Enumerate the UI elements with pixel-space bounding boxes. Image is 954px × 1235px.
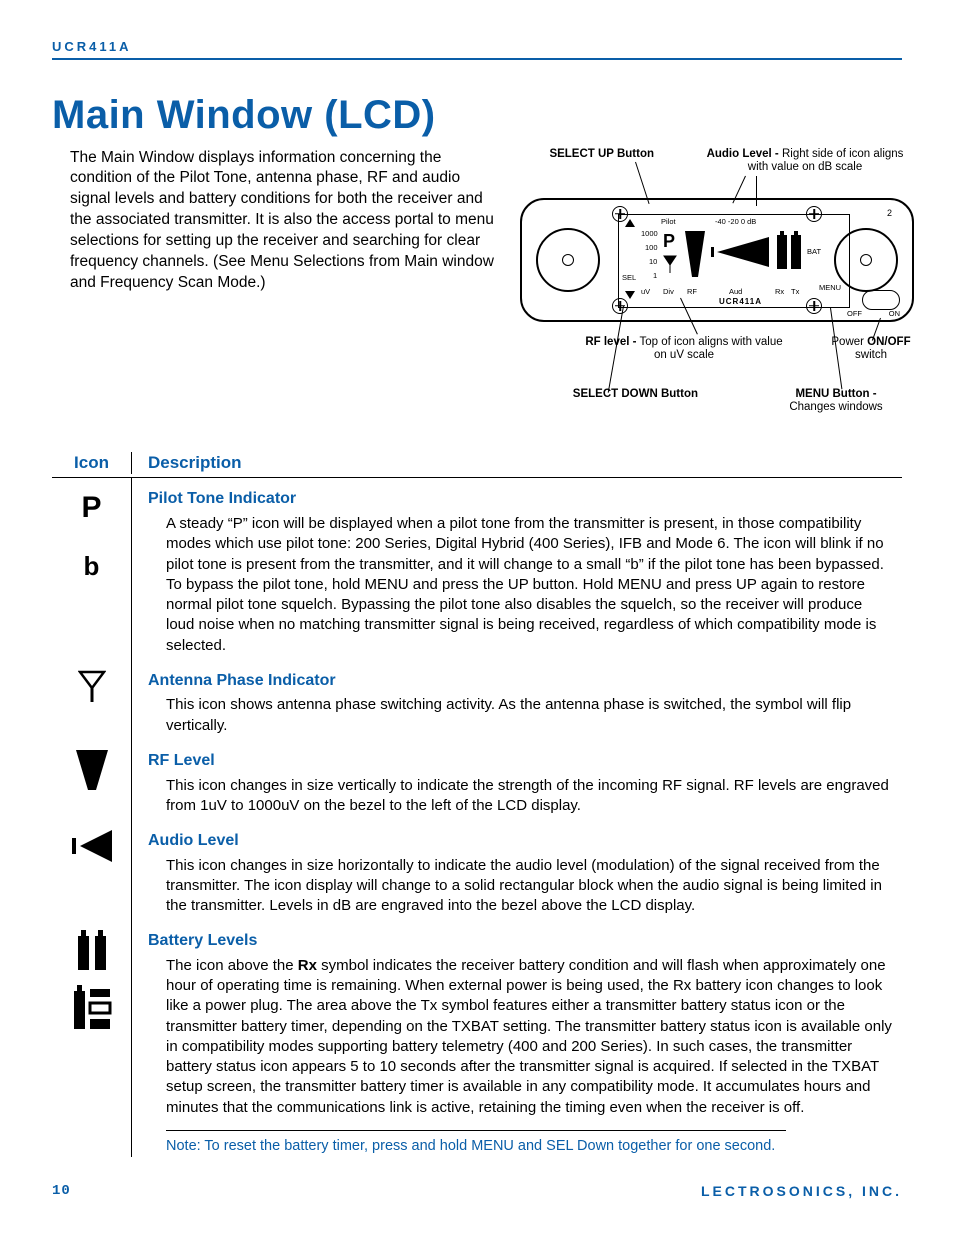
rf-body: This icon changes in size vertically to … xyxy=(148,776,902,821)
audio-body: This icon changes in size horizontally t… xyxy=(148,856,902,921)
sel-up-icon xyxy=(625,219,635,227)
lcd-rf-icon xyxy=(685,231,705,277)
lcd-rf: RF xyxy=(687,287,697,296)
audio-heading: Audio Level xyxy=(148,830,902,852)
icon-cell-pilot: P b xyxy=(52,478,132,659)
icon-description-table: Icon Description P b Pilot Tone Indicato… xyxy=(52,452,902,1157)
pilot-body: A steady “P” icon will be displayed when… xyxy=(148,514,902,660)
lcd-battery-icon xyxy=(777,231,803,269)
lcd-db-scale: -40 -20 0 dB xyxy=(715,217,756,226)
page-number: 10 xyxy=(52,1182,71,1201)
icon-cell-antenna xyxy=(52,660,132,740)
device-figure: SELECT UP Button Audio Level - Right sid… xyxy=(520,148,902,428)
sel-down-icon xyxy=(625,291,635,299)
knob-mark-2: 2 xyxy=(887,208,892,219)
power-label: Power xyxy=(831,336,867,348)
lcd-on: ON xyxy=(889,309,900,318)
select-down-label: SELECT DOWN Button xyxy=(573,388,698,400)
lcd-uv: uV xyxy=(641,287,650,296)
brand-footer: LECTROSONICS, INC. xyxy=(701,1182,902,1201)
battery-timer-icon xyxy=(72,985,112,1029)
lcd-div: Div xyxy=(663,287,674,296)
lcd-uv100: 100 xyxy=(645,243,658,252)
device-outline: 2 Pilot -40 -20 0 dB SEL 1000 100 10 1 u… xyxy=(520,198,914,322)
col-head-desc: Description xyxy=(148,453,242,472)
lcd-uv10: 10 xyxy=(649,257,657,266)
antenna-phase-icon xyxy=(78,670,106,702)
rf-heading: RF Level xyxy=(148,750,902,772)
page-title: Main Window (LCD) xyxy=(52,88,902,142)
intro-paragraph: The Main Window displays information con… xyxy=(52,148,500,294)
menu-button-label: MENU Button - xyxy=(795,388,876,400)
lcd-screen: Pilot -40 -20 0 dB SEL 1000 100 10 1 uV … xyxy=(618,214,850,308)
lcd-off: OFF xyxy=(847,309,862,318)
audio-level-icon xyxy=(72,830,112,862)
icon-cell-audio xyxy=(52,820,132,920)
lcd-uv1000: 1000 xyxy=(641,229,658,238)
lcd-menu: MENU xyxy=(819,283,841,292)
lcd-pilot: Pilot xyxy=(661,217,676,226)
lcd-uv1: 1 xyxy=(653,271,657,280)
lcd-model: UCR411A xyxy=(719,297,762,307)
select-up-label: SELECT UP Button xyxy=(549,148,654,160)
rf-level-text: Top of icon aligns with value on uV scal… xyxy=(636,336,782,362)
icon-cell-rf xyxy=(52,740,132,820)
audio-level-label: Audio Level - xyxy=(707,148,779,160)
model-header: UCR411A xyxy=(52,38,902,60)
rf-level-label: RF level - xyxy=(585,336,636,348)
battery-body: The icon above the Rx symbol indicates t… xyxy=(148,956,902,1122)
lcd-bat: BAT xyxy=(807,247,821,256)
antenna-body: This icon shows antenna phase switching … xyxy=(148,695,902,740)
lcd-tx: Tx xyxy=(791,287,799,296)
power-switch-text: switch xyxy=(855,349,887,361)
antenna-heading: Antenna Phase Indicator xyxy=(148,670,902,692)
power-switch xyxy=(862,290,900,310)
battery-bars-icon xyxy=(76,930,108,970)
battery-note: Note: To reset the battery timer, press … xyxy=(148,1137,902,1157)
lcd-rx: Rx xyxy=(775,287,784,296)
icon-cell-battery xyxy=(52,920,132,1156)
b-icon: b xyxy=(84,549,100,584)
col-head-icon: Icon xyxy=(74,453,109,472)
lcd-sel: SEL xyxy=(622,273,636,282)
lcd-aud: Aud xyxy=(729,287,742,296)
p-icon: P xyxy=(81,488,101,529)
knob-left xyxy=(536,228,600,292)
rf-level-icon xyxy=(76,750,108,790)
lcd-antenna-icon xyxy=(663,255,677,273)
lcd-p-icon: P xyxy=(663,231,675,253)
power-onoff: ON/OFF xyxy=(867,336,910,348)
pilot-heading: Pilot Tone Indicator xyxy=(148,488,902,510)
note-rule xyxy=(166,1130,786,1131)
lcd-audio-icon xyxy=(711,237,769,267)
menu-button-text: Changes windows xyxy=(789,401,882,413)
battery-heading: Battery Levels xyxy=(148,930,902,952)
